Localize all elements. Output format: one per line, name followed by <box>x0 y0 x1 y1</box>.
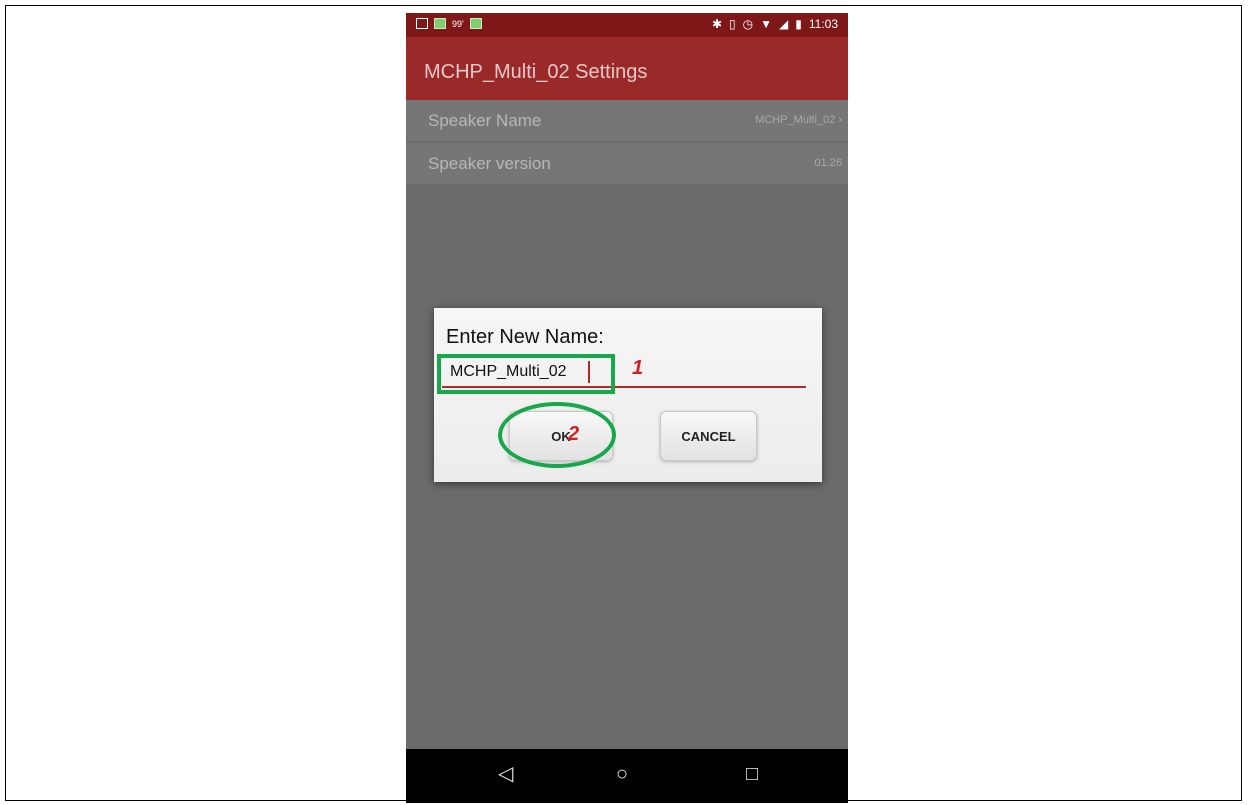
speaker-version-value: 01.26 <box>814 157 842 169</box>
vibrate-icon: ▯ <box>729 17 736 31</box>
book-icon <box>434 18 446 29</box>
rename-dialog: Enter New Name: OK CANCEL <box>434 308 822 482</box>
chevron-right-icon: › <box>838 114 842 126</box>
step-marker-1: 1 <box>632 357 644 379</box>
speaker-version-label: Speaker version <box>428 154 551 173</box>
back-icon[interactable]: ◁ <box>498 764 513 784</box>
recents-icon[interactable]: □ <box>746 764 758 784</box>
alarm-icon: ◷ <box>742 17 754 31</box>
status-left-icons: 99' <box>416 18 482 29</box>
settings-row-speaker-name[interactable]: Speaker Name MCHP_Multi_02 › <box>406 100 848 142</box>
status-bar: 99' ✱ ▯ ◷ ▼ ◢ ▮ 11:03 <box>406 13 848 37</box>
home-icon[interactable]: ○ <box>616 764 628 784</box>
speaker-name-label: Speaker Name <box>428 111 542 130</box>
page-title: MCHP_Multi_02 Settings <box>424 61 648 83</box>
cancel-button[interactable]: CANCEL <box>660 411 757 461</box>
gallery-icon <box>416 18 428 29</box>
ok-highlight-ellipse <box>498 402 616 468</box>
status-right-icons: ✱ ▯ ◷ ▼ ◢ ▮ 11:03 <box>712 17 838 31</box>
dialog-title: Enter New Name: <box>446 326 604 348</box>
battery-icon: ▮ <box>795 17 802 31</box>
navigation-bar: ◁ ○ □ <box>406 749 848 803</box>
signal-text: 99' <box>452 18 464 29</box>
signal-icon: ◢ <box>779 17 789 31</box>
bluetooth-icon: ✱ <box>711 17 723 31</box>
status-time: 11:03 <box>808 17 838 31</box>
book-icon-2 <box>469 18 482 29</box>
input-highlight-box <box>437 354 615 394</box>
app-bar: MCHP_Multi_02 Settings <box>406 37 848 100</box>
speaker-name-value: MCHP_Multi_02 › <box>755 114 842 126</box>
step-marker-2: 2 <box>568 423 580 445</box>
wifi-icon: ▼ <box>760 17 773 31</box>
settings-row-speaker-version: Speaker version 01.26 <box>406 143 848 185</box>
